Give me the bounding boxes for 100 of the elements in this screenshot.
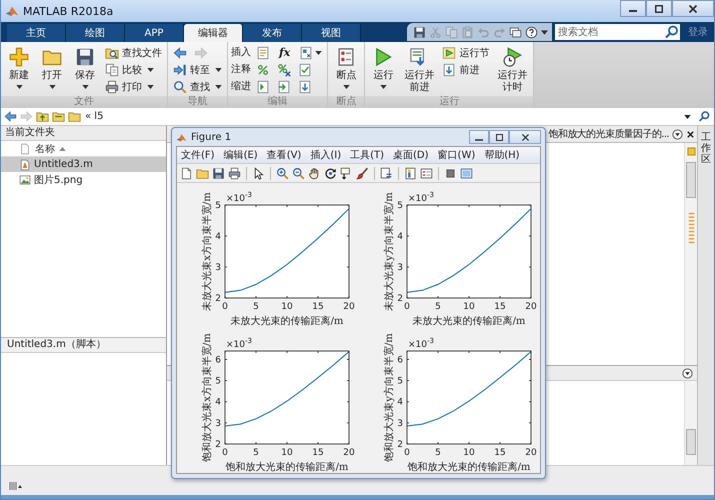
ribbon-button[interactable]: 转至	[171, 61, 224, 78]
ribbon-tab[interactable]: 编辑器	[184, 24, 243, 42]
ribbon-tab[interactable]: APP	[125, 24, 184, 42]
search-icon[interactable]	[698, 110, 711, 123]
menu-item[interactable]: 文件(F)	[181, 148, 215, 162]
ribbon-button[interactable]: 运行节	[440, 44, 492, 61]
ribbon-button[interactable]: 打印	[103, 78, 156, 95]
colorbar-icon[interactable]	[404, 166, 417, 180]
document-icon	[256, 80, 270, 94]
menu-item[interactable]: 查看(V)	[266, 148, 302, 162]
file-row[interactable]: Untitled3.m	[1, 157, 166, 172]
menu-item[interactable]: 窗口(W)	[438, 148, 476, 162]
pointer-icon[interactable]	[252, 166, 265, 180]
dropdown-icon[interactable]	[672, 128, 683, 140]
document-icon[interactable]	[380, 166, 393, 180]
square-icon[interactable]	[444, 166, 457, 180]
caret-icon	[16, 85, 22, 89]
breakpoint-icon	[336, 47, 356, 67]
file-name: 图片5.png	[34, 174, 83, 186]
tick-label: 5	[435, 448, 441, 458]
menu-item[interactable]: 编辑(E)	[224, 148, 258, 162]
axis-multiplier: ×10$^{-3}$	[226, 191, 252, 204]
ribbon-button[interactable]: 查找文件	[103, 44, 164, 61]
ribbon-button[interactable]: 保存	[70, 44, 100, 90]
sign-in-link[interactable]: 登录	[688, 25, 708, 39]
ribbon-button[interactable]: 新建	[4, 44, 34, 90]
caret-icon	[342, 85, 350, 89]
data-cursor-icon[interactable]	[340, 166, 353, 180]
axis-label: 饱和放大光束的传输距离/m	[408, 462, 530, 473]
axis-label: 饱和放大光束x方向束半宽/m	[202, 333, 213, 462]
menu-item[interactable]: 桌面(D)	[393, 148, 429, 162]
axis-multiplier: ×10$^{-3}$	[408, 191, 434, 204]
ribbon-button[interactable]: 运行	[368, 44, 398, 90]
group-label: 导航	[168, 96, 227, 107]
menu-item[interactable]: 插入(I)	[310, 148, 342, 162]
zoom-out-icon[interactable]	[292, 166, 305, 180]
tick-label: 6	[215, 355, 221, 366]
search-icon[interactable]	[664, 24, 680, 40]
new-document-icon[interactable]	[180, 166, 193, 180]
rotate-icon[interactable]	[324, 166, 337, 180]
left-arrow-icon[interactable]	[4, 110, 17, 123]
tick-label: 4	[397, 398, 403, 408]
editor-tab[interactable]: 饱和放大的光束质量因子的...	[548, 127, 669, 141]
zoom-in-icon[interactable]	[276, 166, 289, 180]
row-label: 注释	[231, 62, 251, 76]
hand-icon[interactable]	[308, 166, 321, 180]
dropdown-icon[interactable]	[682, 368, 693, 378]
window-icon[interactable]	[460, 166, 473, 180]
printer-icon[interactable]	[228, 166, 241, 180]
file-row[interactable]: 图片5.png	[1, 172, 166, 187]
menu-item[interactable]: 帮助(H)	[484, 148, 520, 162]
legend-icon[interactable]	[420, 166, 433, 180]
window-title: Figure 1	[191, 132, 232, 142]
menu-item[interactable]: 工具(T)	[350, 148, 384, 162]
minimize-icon	[475, 138, 483, 140]
search-field[interactable]: 搜索文档	[555, 24, 664, 40]
glyph-button[interactable]: fx	[275, 44, 294, 61]
ribbon-button[interactable]: 断点	[331, 44, 362, 90]
tick-label: 5	[397, 201, 403, 211]
minimize-button[interactable]	[620, 0, 646, 17]
caret-icon	[82, 85, 88, 89]
maximize-icon	[496, 134, 502, 140]
scrollbar[interactable]	[684, 381, 697, 465]
ribbon-tab[interactable]: 主页	[7, 24, 66, 42]
status-bars-icon[interactable]	[9, 481, 23, 491]
group-label: 断点	[328, 96, 364, 107]
close-button[interactable]	[509, 130, 541, 144]
tick-label: 20	[525, 448, 537, 458]
brush-icon[interactable]	[356, 166, 369, 180]
ribbon-tab[interactable]: 绘图	[66, 24, 125, 42]
scrollbar-thumb[interactable]	[686, 429, 696, 455]
ribbon-tab[interactable]: 发布	[243, 24, 302, 42]
close-button[interactable]	[672, 0, 714, 17]
warning-square-icon	[686, 147, 696, 156]
scrollbar-thumb[interactable]	[686, 162, 696, 198]
script-file-icon	[19, 158, 31, 170]
tick-label: 5	[253, 302, 259, 312]
ribbon-button[interactable]: 前进	[440, 61, 482, 78]
ribbon-button[interactable]: 运行并计时	[494, 44, 530, 95]
caret-icon[interactable]	[541, 30, 548, 34]
maximize-button[interactable]	[489, 130, 509, 144]
help-icon[interactable]	[525, 26, 538, 38]
ribbon-button[interactable]: 比较	[103, 61, 156, 78]
minimize-button[interactable]	[469, 130, 489, 144]
ribbon-tab[interactable]: 视图	[302, 24, 361, 42]
icon-button[interactable]	[276, 62, 292, 78]
ribbon-button[interactable]: 运行并前进	[401, 44, 438, 95]
folder-icon[interactable]	[196, 166, 209, 180]
windows-icon[interactable]	[509, 26, 522, 38]
maximize-button[interactable]	[646, 0, 672, 17]
folder-icon[interactable]	[52, 110, 65, 123]
ribbon-button[interactable]: 查找	[171, 78, 224, 95]
icon-button[interactable]	[298, 44, 324, 60]
workspace-tab[interactable]: 工作区	[701, 132, 711, 165]
ribbon-button[interactable]: 打开	[37, 44, 67, 90]
close-icon[interactable]	[686, 130, 695, 138]
scrollbar[interactable]	[684, 143, 697, 365]
document-icon	[256, 46, 270, 60]
folder-up-icon[interactable]	[36, 110, 49, 123]
column-header[interactable]: 名称	[35, 142, 55, 156]
